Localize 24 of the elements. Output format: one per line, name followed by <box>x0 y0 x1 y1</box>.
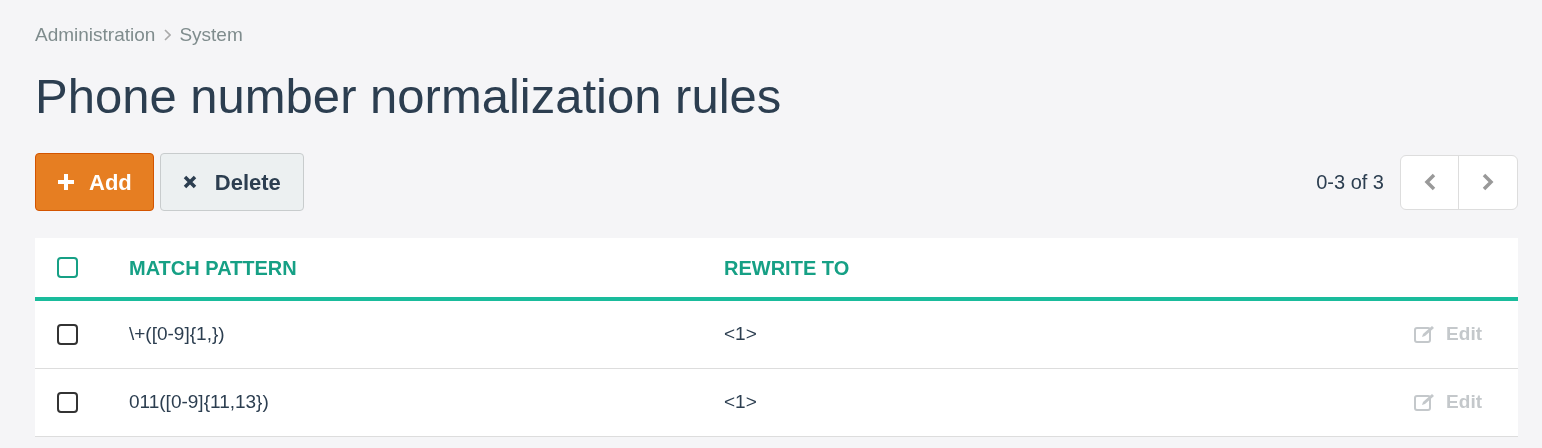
column-header: REWRITE TO <box>724 255 850 281</box>
edit-icon <box>1414 325 1437 344</box>
table-cell-text: \+([0-9]{1,}) <box>129 322 226 347</box>
table-cell-text: 011([0-9]{11,13}) <box>129 390 270 415</box>
chevron-right-icon <box>1482 173 1494 191</box>
chevron-right-icon <box>163 29 172 41</box>
checkbox[interactable] <box>57 257 78 278</box>
edit-link[interactable]: Edit <box>1414 388 1482 417</box>
breadcrumb-link[interactable]: Administration <box>35 20 156 50</box>
close-icon <box>182 175 197 189</box>
breadcrumb-link[interactable]: System <box>179 20 243 50</box>
page-title: Phone number normalization rules <box>35 68 783 125</box>
checkbox[interactable] <box>57 324 78 345</box>
delete-button[interactable]: Delete <box>159 153 304 211</box>
edit-icon <box>1414 393 1437 412</box>
plus-icon <box>57 173 75 191</box>
column-header: MATCH PATTERN <box>129 255 298 281</box>
table-cell-text: <1> <box>724 322 757 347</box>
add-button[interactable]: Add <box>35 153 154 211</box>
edit-link[interactable]: Edit <box>1414 320 1482 349</box>
table-cell-text: <1> <box>724 390 757 415</box>
chevron-left-icon <box>1423 173 1436 191</box>
pagination-count: 0-3 of 3 <box>1316 170 1384 195</box>
checkbox[interactable] <box>57 392 78 413</box>
